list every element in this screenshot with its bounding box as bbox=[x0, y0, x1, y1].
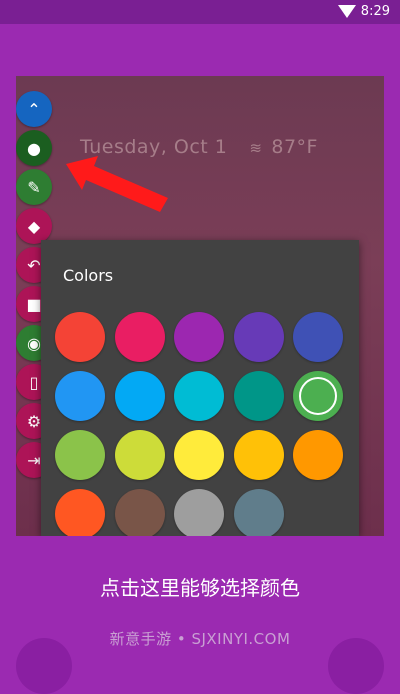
color-swatch[interactable] bbox=[293, 371, 343, 421]
eraser-icon: ◆ bbox=[27, 216, 41, 236]
colors-title: Colors bbox=[63, 266, 114, 285]
caption-text: 点击这里能够选择颜色 bbox=[100, 576, 300, 600]
eraser-button[interactable]: ◆ bbox=[16, 208, 52, 244]
collapse-button[interactable]: ⌃ bbox=[16, 91, 52, 127]
next-page-button[interactable] bbox=[328, 638, 384, 694]
vibrate-icon: ▯ bbox=[29, 372, 39, 392]
gear-icon: ⚙ bbox=[26, 411, 42, 431]
colors-button[interactable]: ● bbox=[16, 130, 52, 166]
color-swatch[interactable] bbox=[114, 371, 165, 421]
undo-icon: ↶ bbox=[27, 255, 41, 275]
color-swatch[interactable] bbox=[174, 371, 224, 421]
color-swatch[interactable] bbox=[55, 371, 105, 421]
brush-icon: ✎ bbox=[27, 177, 41, 197]
color-swatch[interactable] bbox=[233, 489, 284, 536]
exit-icon: ⇥ bbox=[27, 450, 41, 470]
color-swatch[interactable] bbox=[114, 430, 165, 480]
red-arrow-icon bbox=[66, 156, 168, 212]
eye-off-icon: ◉ bbox=[27, 333, 41, 353]
haze-icon: ≋ bbox=[249, 139, 263, 157]
lockscreen-preview: Tuesday, Oct 1 ≋ 87°F ⌃ ● ✎ ◆ ↶ ■ ◉ ▯ ⚙ ⇥ Colors bbox=[16, 76, 384, 536]
color-swatch[interactable] bbox=[55, 312, 105, 362]
status-time: 8:29 bbox=[360, 4, 390, 19]
palette-icon: ● bbox=[27, 138, 41, 158]
chevron-up-icon: ⌃ bbox=[27, 99, 41, 119]
status-bar: 8:29 bbox=[0, 0, 400, 24]
color-swatch[interactable] bbox=[293, 430, 343, 480]
color-swatch[interactable] bbox=[55, 430, 105, 480]
color-swatch[interactable] bbox=[174, 430, 224, 480]
prev-page-button[interactable] bbox=[16, 638, 72, 694]
swatch-grid bbox=[55, 312, 355, 536]
color-swatch[interactable] bbox=[114, 312, 165, 362]
colors-panel: Colors bbox=[41, 240, 359, 536]
color-swatch[interactable] bbox=[174, 312, 224, 362]
color-swatch[interactable] bbox=[233, 312, 284, 362]
wifi-icon bbox=[338, 5, 356, 18]
color-swatch[interactable] bbox=[233, 430, 284, 480]
selected-ring bbox=[299, 377, 337, 415]
color-swatch[interactable] bbox=[233, 371, 284, 421]
brush-button[interactable]: ✎ bbox=[16, 169, 52, 205]
color-swatch[interactable] bbox=[114, 489, 165, 536]
temperature-text: 87°F bbox=[271, 136, 318, 158]
color-swatch[interactable] bbox=[174, 489, 224, 536]
color-swatch[interactable] bbox=[55, 489, 105, 536]
trash-icon: ■ bbox=[26, 294, 42, 314]
color-swatch[interactable] bbox=[293, 312, 343, 362]
